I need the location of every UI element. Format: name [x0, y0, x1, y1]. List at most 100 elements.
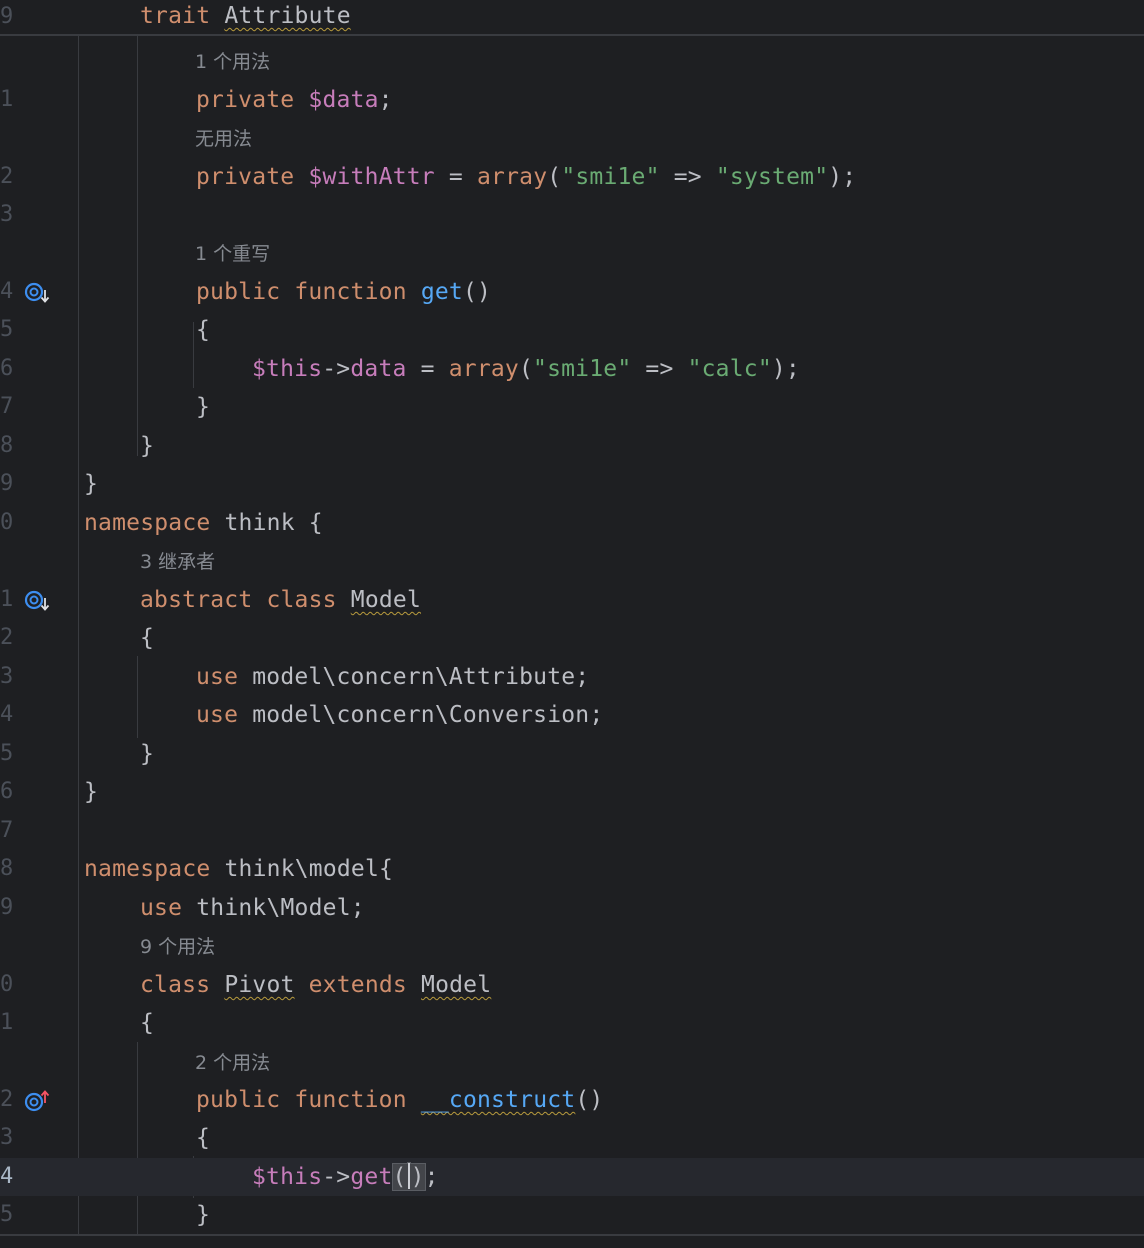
code-text: $this->data = array("smi1e" => "calc");	[252, 350, 800, 388]
inheritors-hint[interactable]: 3 继承者	[140, 543, 215, 581]
code-line[interactable]: 1 {	[0, 1004, 1144, 1042]
namespace-name: think\model{	[224, 856, 394, 882]
code-line[interactable]: 3 {	[0, 1119, 1144, 1157]
code-text: class Pivot extends Model	[140, 966, 491, 1004]
operator: =	[434, 164, 477, 190]
override-hint[interactable]: 1 个重写	[195, 235, 270, 273]
code-line[interactable]: 4 public function get()	[0, 273, 1144, 311]
line-number: 3	[0, 664, 14, 689]
code-line[interactable]: 1 private $data;	[0, 81, 1144, 119]
code-line[interactable]: 0 class Pivot extends Model	[0, 966, 1144, 1004]
keyword: public	[196, 279, 281, 305]
keyword: class	[140, 972, 211, 998]
code-line[interactable]: 5 {	[0, 311, 1144, 349]
code-line[interactable]: 9 }	[0, 465, 1144, 503]
override-up-icon[interactable]	[24, 1089, 54, 1113]
keyword: function	[294, 279, 407, 305]
operator: ->	[322, 1164, 351, 1190]
code-line[interactable]: 0 namespace think {	[0, 504, 1144, 542]
keyword: namespace	[84, 856, 211, 882]
line-number: 1	[0, 587, 14, 612]
keyword: private	[196, 87, 295, 113]
keyword: namespace	[84, 510, 211, 536]
code-line[interactable]: 3 use model\concern\Attribute;	[0, 658, 1144, 696]
line-number: 6	[0, 779, 14, 804]
import-path: model\concern\Conversion;	[252, 702, 604, 728]
line-number: 9	[0, 471, 14, 496]
variable: $data	[308, 87, 379, 113]
usage-hint[interactable]: 无用法	[195, 120, 252, 158]
punctuation: ;	[424, 1164, 439, 1190]
code-text: namespace think {	[84, 504, 323, 542]
code-line[interactable]: 7 }	[0, 388, 1144, 426]
keyword: use	[140, 895, 183, 921]
line-number: 7	[0, 818, 14, 843]
brace: }	[84, 779, 99, 805]
import-path: think\Model;	[196, 895, 365, 921]
code-line[interactable]: 2 private $withAttr = array("smi1e" => "…	[0, 158, 1144, 196]
text-caret	[407, 1163, 410, 1189]
punctuation: );	[828, 164, 857, 190]
code-line[interactable]: 5 }	[0, 1196, 1144, 1234]
brace: }	[196, 394, 211, 420]
code-line[interactable]: 3	[0, 196, 1144, 234]
brace: {	[196, 317, 211, 343]
brace: {	[140, 1010, 155, 1036]
current-code-line[interactable]: 4 $this->get();	[0, 1158, 1144, 1196]
brace: }	[140, 741, 155, 767]
code-line[interactable]: 1 abstract class Model	[0, 581, 1144, 619]
hint-line: 无用法	[0, 120, 1144, 158]
brace: }	[84, 471, 99, 497]
code-line[interactable]: 4 use model\concern\Conversion;	[0, 696, 1144, 734]
line-number: 8	[0, 433, 14, 458]
line-number: 4	[0, 279, 14, 304]
line-number: 5	[0, 1202, 14, 1227]
line-number: 2	[0, 625, 14, 650]
operator: =>	[631, 356, 688, 382]
punctuation: ()	[575, 1087, 604, 1113]
code-line[interactable]: 7	[0, 812, 1144, 850]
code-line[interactable]: 6 }	[0, 773, 1144, 811]
hint-line: 2 个用法	[0, 1044, 1144, 1082]
code-line[interactable]: 8 namespace think\model{	[0, 850, 1144, 888]
property: data	[350, 356, 407, 382]
keyword: extends	[308, 972, 407, 998]
code-text: public function __construct()	[196, 1081, 603, 1119]
keyword: use	[196, 664, 239, 690]
import-path: model\concern\Attribute;	[252, 664, 590, 690]
string: "system"	[715, 164, 829, 190]
usage-hint[interactable]: 9 个用法	[140, 928, 215, 966]
brace: {	[140, 625, 155, 651]
punctuation: (	[518, 356, 534, 382]
horizontal-scrollbar-track[interactable]	[0, 1234, 1144, 1236]
line-number: 2	[0, 164, 14, 189]
code-text: abstract class Model	[140, 581, 421, 619]
line-number: 0	[0, 972, 14, 997]
code-line[interactable]: 6 $this->data = array("smi1e" => "calc")…	[0, 350, 1144, 388]
class-name: Model	[350, 587, 422, 613]
function-name: array	[477, 164, 548, 190]
implemented-down-icon[interactable]	[24, 281, 54, 305]
code-line[interactable]: 2 {	[0, 619, 1144, 657]
code-editor[interactable]: 9 trait Attribute 1 个用法 1 private $data;…	[0, 0, 1144, 1248]
hint-line: 9 个用法	[0, 928, 1144, 966]
usage-hint[interactable]: 2 个用法	[195, 1044, 270, 1082]
usage-hint[interactable]: 1 个用法	[195, 43, 270, 81]
code-line[interactable]: 2 public function __construct()	[0, 1081, 1144, 1119]
code-line[interactable]: 9 use think\Model;	[0, 889, 1144, 927]
keyword: trait	[140, 3, 211, 29]
hint-line: 3 继承者	[0, 543, 1144, 581]
punctuation: ()	[462, 279, 492, 305]
code-line[interactable]: 8 }	[0, 427, 1144, 465]
operator: =	[406, 356, 449, 382]
sticky-scope-header[interactable]: 9 trait Attribute	[0, 0, 1144, 36]
keyword: function	[294, 1087, 407, 1113]
function-name: get	[420, 279, 463, 305]
implemented-down-icon[interactable]	[24, 589, 54, 613]
trait-name: Attribute	[224, 3, 351, 29]
line-number: 5	[0, 741, 14, 766]
code-line[interactable]: 5 }	[0, 735, 1144, 773]
line-number: 6	[0, 356, 14, 381]
namespace-name: think {	[224, 510, 323, 536]
punctuation: (	[547, 164, 562, 190]
